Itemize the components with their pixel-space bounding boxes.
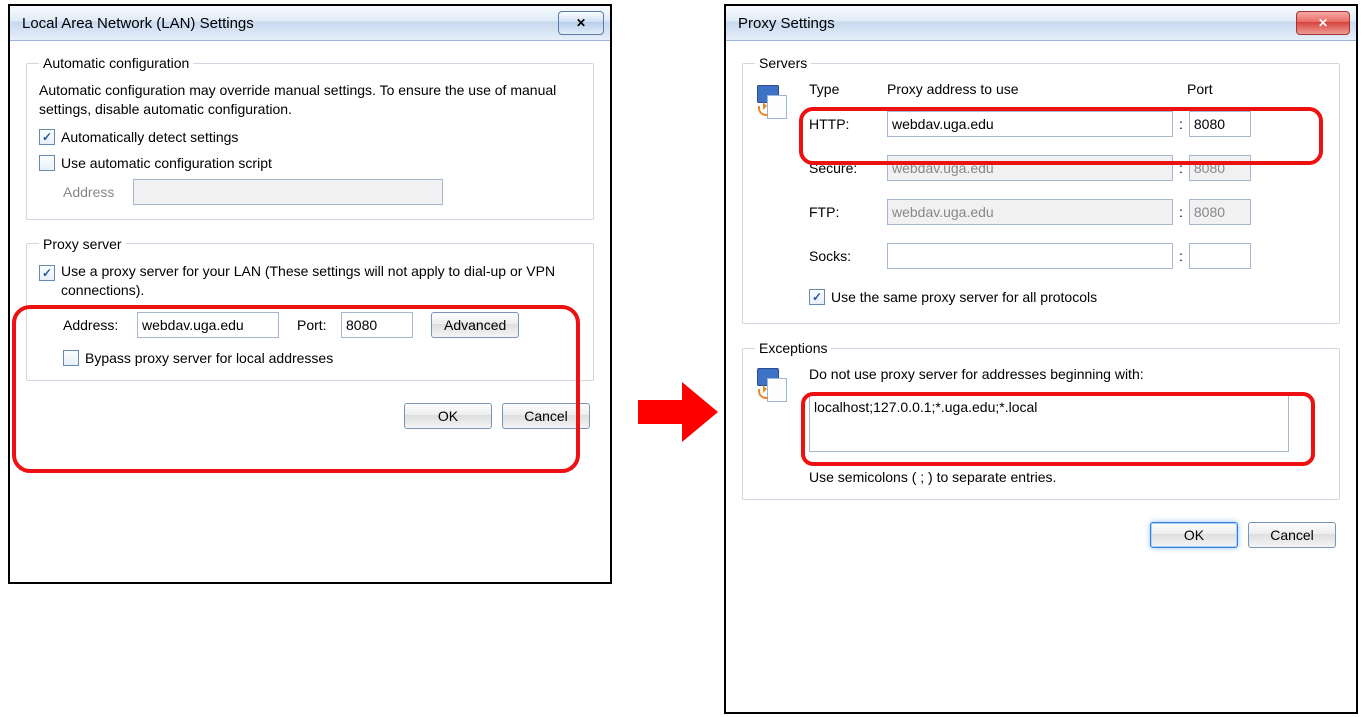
adv-titlebar[interactable]: Proxy Settings ✕ <box>726 6 1356 41</box>
same-proxy-label: Use the same proxy server for all protoc… <box>831 289 1097 305</box>
colon: : <box>1173 248 1189 264</box>
servers-section: Servers Type Proxy address to use Port H… <box>742 55 1340 324</box>
colon: : <box>1173 116 1189 132</box>
advanced-button[interactable]: Advanced <box>431 312 519 338</box>
socks-address-input[interactable] <box>887 243 1173 269</box>
auto-config-legend: Automatic configuration <box>39 55 193 71</box>
close-button[interactable]: ✕ <box>558 11 604 35</box>
use-proxy-label: Use a proxy server for your LAN (These s… <box>61 262 581 300</box>
use-script-label: Use automatic configuration script <box>61 155 272 171</box>
lan-title: Local Area Network (LAN) Settings <box>22 15 554 32</box>
proxy-address-input[interactable] <box>137 312 279 338</box>
colon: : <box>1173 204 1189 220</box>
auto-detect-label: Automatically detect settings <box>61 129 238 145</box>
proxy-settings-window: Proxy Settings ✕ Servers Type Proxy addr… <box>724 4 1358 714</box>
colon: : <box>1173 160 1189 176</box>
auto-detect-row[interactable]: Automatically detect settings <box>39 129 581 145</box>
socks-row: Socks: : <box>809 243 1327 269</box>
servers-legend: Servers <box>755 55 811 71</box>
proxy-section: Proxy server Use a proxy server for your… <box>26 236 594 381</box>
arrow-icon <box>638 382 718 442</box>
port-header: Port <box>1187 81 1247 97</box>
socks-port-input[interactable] <box>1189 243 1251 269</box>
same-proxy-checkbox[interactable] <box>809 289 825 305</box>
ftp-row: FTP: : <box>809 199 1327 225</box>
lan-body: Automatic configuration Automatic config… <box>10 41 610 443</box>
secure-address-input <box>887 155 1173 181</box>
secure-port-input <box>1189 155 1251 181</box>
ok-button[interactable]: OK <box>1150 522 1238 548</box>
proxy-address-label: Address: <box>63 317 137 333</box>
proxy-legend: Proxy server <box>39 236 126 252</box>
http-port-input[interactable] <box>1189 111 1251 137</box>
auto-config-section: Automatic configuration Automatic config… <box>26 55 594 220</box>
exceptions-hint: Use semicolons ( ; ) to separate entries… <box>809 469 1327 485</box>
same-proxy-row[interactable]: Use the same proxy server for all protoc… <box>809 289 1327 305</box>
proxy-port-input[interactable] <box>341 312 413 338</box>
http-row: HTTP: : <box>809 111 1327 137</box>
http-address-input[interactable] <box>887 111 1173 137</box>
servers-icon <box>755 85 789 121</box>
secure-row: Secure: : <box>809 155 1327 181</box>
socks-label: Socks: <box>809 248 887 264</box>
cancel-button[interactable]: Cancel <box>502 403 590 429</box>
lan-settings-window: Local Area Network (LAN) Settings ✕ Auto… <box>8 4 612 584</box>
use-script-checkbox[interactable] <box>39 155 55 171</box>
proxy-port-label: Port: <box>297 317 341 333</box>
bypass-row[interactable]: Bypass proxy server for local addresses <box>63 350 581 366</box>
ftp-label: FTP: <box>809 204 887 220</box>
use-proxy-checkbox[interactable] <box>39 265 55 281</box>
lan-titlebar[interactable]: Local Area Network (LAN) Settings ✕ <box>10 6 610 41</box>
type-header: Type <box>809 81 887 97</box>
exceptions-input[interactable] <box>809 394 1289 452</box>
bypass-label: Bypass proxy server for local addresses <box>85 350 333 366</box>
auto-config-desc: Automatic configuration may override man… <box>39 81 581 119</box>
auto-detect-checkbox[interactable] <box>39 129 55 145</box>
auto-address-input <box>133 179 443 205</box>
http-label: HTTP: <box>809 116 887 132</box>
ftp-port-input <box>1189 199 1251 225</box>
use-script-row[interactable]: Use automatic configuration script <box>39 155 581 171</box>
cancel-button[interactable]: Cancel <box>1248 522 1336 548</box>
exceptions-section: Exceptions Do not use proxy server for a… <box>742 340 1340 500</box>
adv-title: Proxy Settings <box>738 15 1292 32</box>
auto-address-label: Address <box>63 184 133 200</box>
close-button[interactable]: ✕ <box>1296 11 1350 35</box>
exceptions-icon <box>755 368 789 404</box>
exceptions-legend: Exceptions <box>755 340 831 356</box>
addr-header: Proxy address to use <box>887 81 1187 97</box>
ftp-address-input <box>887 199 1173 225</box>
use-proxy-row[interactable]: Use a proxy server for your LAN (These s… <box>39 262 581 300</box>
secure-label: Secure: <box>809 160 887 176</box>
exceptions-desc: Do not use proxy server for addresses be… <box>809 366 1327 382</box>
adv-body: Servers Type Proxy address to use Port H… <box>726 41 1356 562</box>
ok-button[interactable]: OK <box>404 403 492 429</box>
bypass-checkbox[interactable] <box>63 350 79 366</box>
